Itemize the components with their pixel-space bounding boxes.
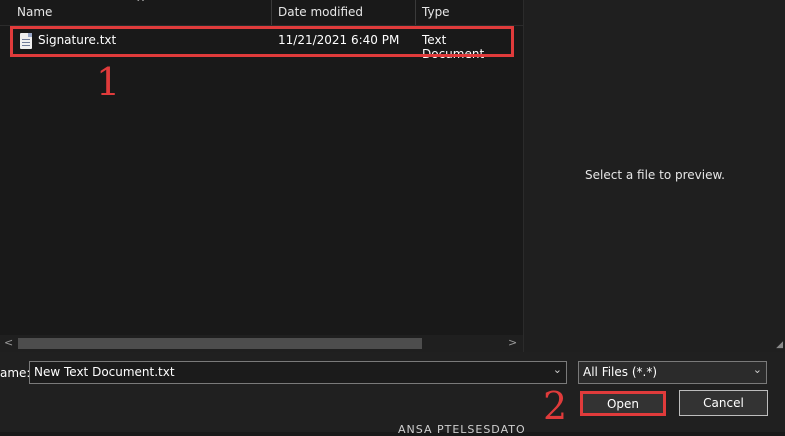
file-name-input[interactable]: New Text Document.txt ⌄ bbox=[29, 361, 567, 384]
file-name-label: ame: bbox=[0, 366, 31, 380]
annotation-step-2: 2 bbox=[543, 384, 568, 428]
scroll-right-arrow-icon[interactable]: > bbox=[508, 336, 517, 349]
scroll-left-arrow-icon[interactable]: < bbox=[4, 336, 13, 349]
clipped-background-text: ANSA PTELSESDATO bbox=[398, 423, 526, 436]
annotation-step-1: 1 bbox=[96, 60, 121, 104]
scrollbar-thumb[interactable] bbox=[18, 338, 422, 349]
annotation-highlight-file-row bbox=[10, 26, 514, 57]
column-header-row: ^ Name Date modified Type bbox=[0, 0, 523, 26]
preview-pane: Select a file to preview. ◢ bbox=[523, 0, 785, 352]
horizontal-scrollbar[interactable]: < > bbox=[0, 335, 523, 352]
preview-message: Select a file to preview. bbox=[585, 168, 725, 182]
open-button[interactable]: Open bbox=[580, 391, 666, 416]
column-header-name[interactable]: Name bbox=[11, 0, 271, 25]
column-header-date-modified[interactable]: Date modified bbox=[272, 0, 415, 25]
file-type-selected-value: All Files (*.*) bbox=[583, 365, 658, 379]
cancel-button[interactable]: Cancel bbox=[679, 390, 768, 416]
file-list-pane: ^ Name Date modified Type Signature.txt … bbox=[0, 0, 523, 352]
file-type-select[interactable]: All Files (*.*) ⌄ bbox=[578, 361, 767, 384]
chevron-down-icon[interactable]: ⌄ bbox=[753, 363, 762, 376]
file-name-value: New Text Document.txt bbox=[34, 365, 175, 379]
chevron-down-icon[interactable]: ⌄ bbox=[553, 363, 562, 376]
pane-resize-grip-icon[interactable]: ◢ bbox=[776, 340, 783, 350]
column-header-type[interactable]: Type bbox=[416, 0, 523, 25]
